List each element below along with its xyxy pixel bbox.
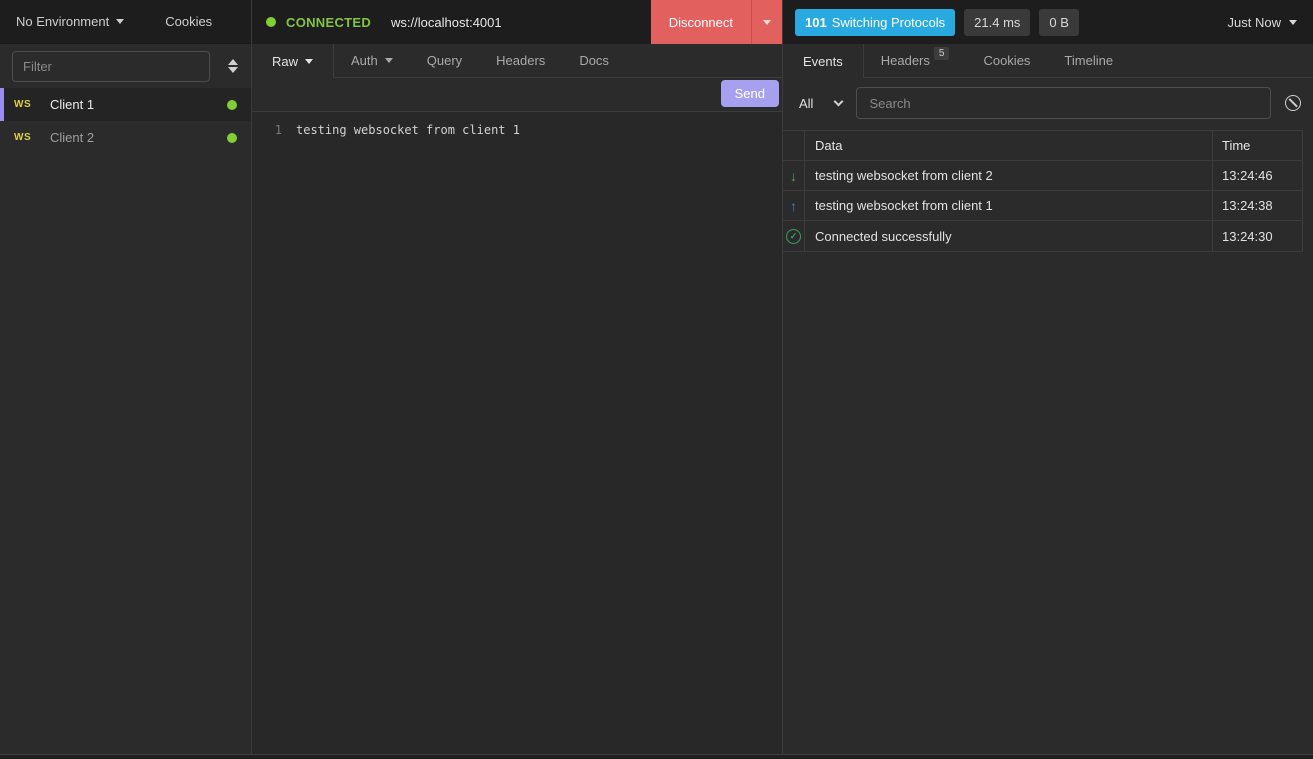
arrow-down-icon (790, 168, 797, 184)
send-toolbar: Send (252, 78, 782, 112)
sidebar-item-client-1[interactable]: WS Client 1 (0, 88, 251, 121)
send-button[interactable]: Send (721, 80, 779, 107)
response-tabstrip: Events Headers 5 Cookies Timeline (783, 44, 1313, 78)
clear-events-icon[interactable] (1285, 95, 1301, 111)
tab-label: Docs (579, 53, 609, 68)
status-badge: 101 Switching Protocols (795, 9, 955, 36)
line-number: 1 (252, 121, 296, 139)
tab-label: Raw (272, 54, 298, 69)
bottom-status-strip (0, 754, 1313, 759)
recency-label: Just Now (1228, 15, 1281, 30)
event-type-select[interactable]: All (795, 96, 846, 111)
data-column-header: Data (805, 131, 1213, 160)
websocket-url[interactable]: ws://localhost:4001 (391, 15, 502, 30)
message-editor[interactable]: 1 testing websocket from client 1 (252, 112, 782, 754)
response-tabstrip-rest: Headers 5 Cookies Timeline (864, 44, 1313, 78)
event-data: testing websocket from client 1 (805, 191, 1213, 220)
sidebar-item-client-2[interactable]: WS Client 2 (0, 121, 251, 154)
response-topbar: 101 Switching Protocols 21.4 ms 0 B Just… (783, 0, 1313, 44)
size-badge: 0 B (1039, 9, 1079, 36)
icon-column-header (783, 131, 805, 160)
time-badge: 21.4 ms (964, 9, 1030, 36)
events-search-input[interactable] (856, 87, 1271, 119)
tab-response-cookies[interactable]: Cookies (966, 44, 1047, 77)
sidebar-topbar: No Environment Cookies (0, 0, 251, 44)
chevron-down-icon (116, 19, 124, 24)
events-table-header: Data Time (783, 131, 1302, 161)
connection-status: CONNECTED (286, 15, 371, 30)
connected-dot-icon (227, 133, 237, 143)
tab-query[interactable]: Query (410, 44, 479, 77)
disconnect-button[interactable]: Disconnect (651, 0, 782, 44)
tab-label: Headers (881, 53, 930, 68)
main-row: No Environment Cookies WS (0, 0, 1313, 754)
sort-down-icon (228, 67, 238, 73)
chevron-down-icon (763, 20, 771, 25)
arrow-up-icon (790, 198, 797, 214)
request-tabstrip: Raw Auth Query Headers Docs (252, 44, 782, 78)
event-data: Connected successfully (805, 221, 1213, 251)
tab-label: Cookies (983, 53, 1030, 68)
environment-label: No Environment (16, 14, 109, 29)
headers-count-badge: 5 (934, 47, 950, 60)
disconnect-button-label[interactable]: Disconnect (651, 0, 751, 44)
editor-content[interactable]: testing websocket from client 1 (296, 121, 520, 139)
tab-docs[interactable]: Docs (562, 44, 626, 77)
sidebar: No Environment Cookies WS (0, 0, 252, 754)
ws-method-tag: WS (14, 132, 50, 143)
time-column-header: Time (1213, 138, 1302, 153)
tab-label: Auth (351, 53, 378, 68)
connected-dot-icon (227, 100, 237, 110)
request-name: Client 2 (50, 130, 227, 145)
cookies-button[interactable]: Cookies (165, 14, 212, 29)
event-time: 13:24:30 (1213, 229, 1302, 244)
request-tabstrip-rest: Auth Query Headers Docs (334, 44, 782, 78)
tab-label: Query (427, 53, 462, 68)
editor-line: 1 testing websocket from client 1 (252, 121, 782, 139)
tab-raw[interactable]: Raw (252, 44, 334, 78)
event-time: 13:24:38 (1213, 198, 1302, 213)
sort-button[interactable] (224, 55, 242, 77)
tab-label: Headers (496, 53, 545, 68)
environment-dropdown[interactable]: No Environment (16, 14, 124, 29)
event-data: testing websocket from client 2 (805, 161, 1213, 190)
request-list: WS Client 1 WS Client 2 (0, 88, 251, 754)
status-code: 101 (805, 15, 827, 30)
event-row-sent[interactable]: testing websocket from client 1 13:24:38 (783, 191, 1302, 221)
sort-up-icon (228, 59, 238, 65)
events-table: Data Time testing websocket from client … (783, 130, 1303, 252)
tab-label: Timeline (1064, 53, 1113, 68)
event-time: 13:24:46 (1213, 168, 1302, 183)
chevron-down-icon (1289, 20, 1297, 25)
tab-headers[interactable]: Headers (479, 44, 562, 77)
event-type-value: All (799, 96, 813, 111)
event-row-connected[interactable]: Connected successfully 13:24:30 (783, 221, 1302, 251)
sidebar-filter-row (0, 44, 251, 88)
response-history-dropdown[interactable]: Just Now (1228, 15, 1297, 30)
chevron-down-icon (385, 58, 393, 63)
connected-dot-icon (266, 17, 276, 27)
tab-label: Events (803, 54, 843, 69)
tab-timeline[interactable]: Timeline (1047, 44, 1130, 77)
tab-auth[interactable]: Auth (334, 44, 410, 77)
chevron-down-icon (305, 59, 313, 64)
check-circle-icon (786, 229, 801, 244)
event-row-received[interactable]: testing websocket from client 2 13:24:46 (783, 161, 1302, 191)
tab-events[interactable]: Events (783, 44, 864, 78)
request-panel: CONNECTED ws://localhost:4001 Disconnect… (252, 0, 783, 754)
response-panel: 101 Switching Protocols 21.4 ms 0 B Just… (783, 0, 1313, 754)
disconnect-options-button[interactable] (751, 0, 782, 44)
app-window: No Environment Cookies WS (0, 0, 1313, 759)
ws-method-tag: WS (14, 99, 50, 110)
request-name: Client 1 (50, 97, 227, 112)
filter-input[interactable] (12, 51, 210, 82)
chevron-down-icon (834, 96, 844, 106)
request-topbar: CONNECTED ws://localhost:4001 Disconnect (252, 0, 782, 44)
tab-response-headers[interactable]: Headers 5 (864, 44, 967, 77)
status-text: Switching Protocols (832, 15, 945, 30)
events-filter-row: All (783, 78, 1313, 128)
